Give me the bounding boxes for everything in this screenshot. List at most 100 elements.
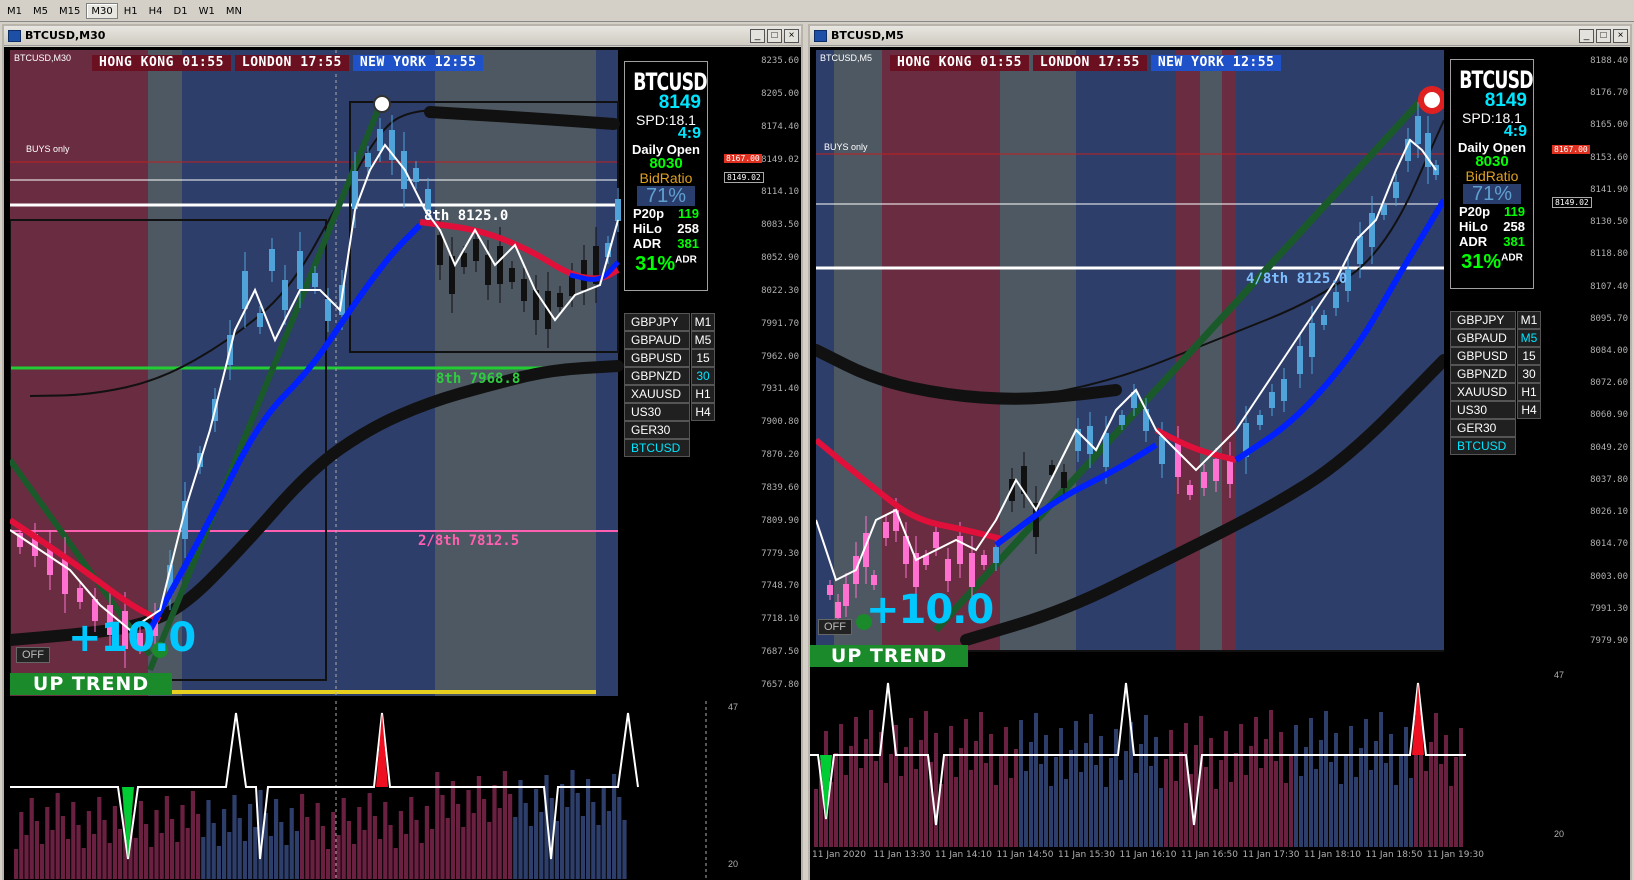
histogram-bar — [586, 779, 591, 879]
hilo-label: HiLo — [1459, 219, 1488, 234]
chart-window-icon — [8, 29, 21, 42]
histogram-bar — [1344, 755, 1348, 849]
symbol-button[interactable]: GER30 — [1450, 419, 1516, 437]
histogram-bar — [1034, 713, 1038, 849]
session-band — [1222, 50, 1236, 652]
symbol-row-gbpjpy[interactable]: GBPJPY M1 — [1450, 311, 1541, 329]
oscillator-subwindow[interactable] — [10, 701, 717, 879]
symbol-timeframe-button[interactable]: 30 — [691, 367, 715, 385]
symbol-button[interactable]: GBPUSD — [1450, 347, 1516, 365]
symbol-timeframe-button[interactable]: M1 — [1517, 311, 1541, 329]
histogram-bar — [86, 811, 91, 879]
timeframe-button-h4[interactable]: H4 — [144, 3, 168, 19]
main-price-plot[interactable] — [816, 50, 1444, 652]
symbol-row-gbpaud[interactable]: GBPAUD M5 — [624, 331, 715, 349]
chart-area[interactable]: 8235.60 8205.00 8174.40 8149.02 8114.10 8083.… — [4, 47, 801, 880]
sub-scale-top: 47 — [1554, 670, 1565, 680]
symbol-row-us30[interactable]: US30 H4 — [624, 403, 715, 421]
symbol-row-btcusd[interactable]: BTCUSD — [1450, 437, 1541, 455]
close-button[interactable]: × — [1613, 28, 1628, 43]
chart-area[interactable]: 8188.40 8176.70 8165.00 8153.60 8141.90 8130.… — [810, 47, 1630, 880]
symbol-button[interactable]: GBPAUD — [624, 331, 690, 349]
histogram-bar — [1379, 712, 1383, 849]
histogram-bar — [284, 845, 289, 879]
minimize-button[interactable]: _ — [750, 28, 765, 43]
window-titlebar[interactable]: BTCUSD,M5 _ □ × — [810, 26, 1630, 46]
symbol-button[interactable]: XAUUSD — [624, 385, 690, 403]
histogram-bar — [1044, 735, 1048, 849]
price-tick: 8107.40 — [1590, 281, 1628, 292]
symbol-button[interactable]: GBPUSD — [624, 349, 690, 367]
symbol-button[interactable]: US30 — [624, 403, 690, 421]
info-bidratio: 71% — [637, 186, 695, 206]
symbol-timeframe-button[interactable]: 30 — [1517, 365, 1541, 383]
chart-window-btcusd-m5[interactable]: BTCUSD,M5 _ □ × 8188.40 8176.70 8165.00 815… — [808, 24, 1632, 880]
histogram-bar — [341, 798, 346, 879]
price-tag-current: 8149.02 — [724, 172, 764, 183]
symbol-row-gbpnzd[interactable]: GBPNZD 30 — [624, 367, 715, 385]
symbol-row-gbpusd[interactable]: GBPUSD 15 — [1450, 347, 1541, 365]
off-toggle-button[interactable]: OFF — [16, 647, 50, 663]
symbol-button[interactable]: BTCUSD — [624, 439, 690, 457]
timeframe-button-w1[interactable]: W1 — [194, 3, 220, 19]
maximize-button[interactable]: □ — [767, 28, 782, 43]
symbol-row-gbpaud[interactable]: GBPAUD M5 — [1450, 329, 1541, 347]
symbol-button[interactable]: GBPAUD — [1450, 329, 1516, 347]
window-titlebar[interactable]: BTCUSD,M30 _ □ × — [4, 26, 801, 46]
timeframe-button-mn[interactable]: MN — [221, 3, 247, 19]
symbol-button[interactable]: XAUUSD — [1450, 383, 1516, 401]
oscillator-subwindow[interactable] — [810, 669, 1546, 849]
histogram-bar — [372, 816, 377, 879]
main-price-plot[interactable] — [10, 50, 717, 696]
symbol-button[interactable]: BTCUSD — [1450, 437, 1516, 455]
symbol-row-gbpnzd[interactable]: GBPNZD 30 — [1450, 365, 1541, 383]
session-clocks: HONG KONG 01:55 LONDON 17:55 NEW YORK 12:5… — [92, 55, 487, 71]
off-toggle-button[interactable]: OFF — [818, 619, 852, 635]
symbol-row-gbpjpy[interactable]: GBPJPY M1 — [624, 313, 715, 331]
candle-body — [312, 273, 318, 287]
symbol-button[interactable]: GER30 — [624, 421, 690, 439]
timeframe-button-h1[interactable]: H1 — [119, 3, 143, 19]
symbol-timeframe-button[interactable]: M1 — [691, 313, 715, 331]
symbol-timeframe-button[interactable]: H1 — [691, 385, 715, 403]
symbol-timeframe-button[interactable]: H1 — [1517, 383, 1541, 401]
histogram-bar — [1214, 789, 1218, 849]
histogram-bar — [185, 828, 190, 879]
histogram-bar — [1294, 725, 1298, 849]
symbol-button[interactable]: GBPJPY — [1450, 311, 1516, 329]
symbol-button[interactable]: GBPNZD — [624, 367, 690, 385]
symbol-timeframe-button[interactable]: 15 — [691, 349, 715, 367]
symbol-button[interactable]: GBPJPY — [624, 313, 690, 331]
close-button[interactable]: × — [784, 28, 799, 43]
timeframe-button-m15[interactable]: M15 — [54, 3, 85, 19]
timeframe-button-m5[interactable]: M5 — [28, 3, 53, 19]
timeframe-button-m1[interactable]: M1 — [2, 3, 27, 19]
symbol-timeframe-button[interactable]: M5 — [1517, 329, 1541, 347]
symbol-timeframe-button[interactable]: H4 — [691, 403, 715, 421]
price-scale[interactable]: 8188.40 8176.70 8165.00 8153.60 8141.90 8130.… — [1546, 47, 1630, 653]
symbol-row-xauusd[interactable]: XAUUSD H1 — [1450, 383, 1541, 401]
symbol-row-us30[interactable]: US30 H4 — [1450, 401, 1541, 419]
price-scale[interactable]: 8235.60 8205.00 8174.40 8149.02 8114.10 8083.… — [718, 47, 801, 697]
histogram-bar — [969, 770, 973, 849]
symbol-timeframe-button[interactable]: M5 — [691, 331, 715, 349]
maximize-button[interactable]: □ — [1596, 28, 1611, 43]
symbol-timeframe-button[interactable]: 15 — [1517, 347, 1541, 365]
symbol-row-btcusd[interactable]: BTCUSD — [624, 439, 715, 457]
symbol-row-xauusd[interactable]: XAUUSD H1 — [624, 385, 715, 403]
histogram-bar — [909, 718, 913, 849]
chart-window-btcusd-m30[interactable]: BTCUSD,M30 _ □ × 8235.60 8205.00 8174.40 81… — [2, 24, 803, 880]
minimize-button[interactable]: _ — [1579, 28, 1594, 43]
symbol-button[interactable]: GBPNZD — [1450, 365, 1516, 383]
histogram-bar — [984, 763, 988, 849]
symbol-row-gbpusd[interactable]: GBPUSD 15 — [624, 349, 715, 367]
timeframe-button-d1[interactable]: D1 — [169, 3, 193, 19]
symbol-button[interactable]: US30 — [1450, 401, 1516, 419]
symbol-timeframe-button[interactable]: H4 — [1517, 401, 1541, 419]
histogram-bar — [1369, 770, 1373, 849]
histogram-bar — [954, 777, 958, 849]
timeframe-button-m30[interactable]: M30 — [86, 2, 118, 19]
histogram-bar — [315, 803, 320, 879]
symbol-row-ger30[interactable]: GER30 — [1450, 419, 1541, 437]
symbol-row-ger30[interactable]: GER30 — [624, 421, 715, 439]
